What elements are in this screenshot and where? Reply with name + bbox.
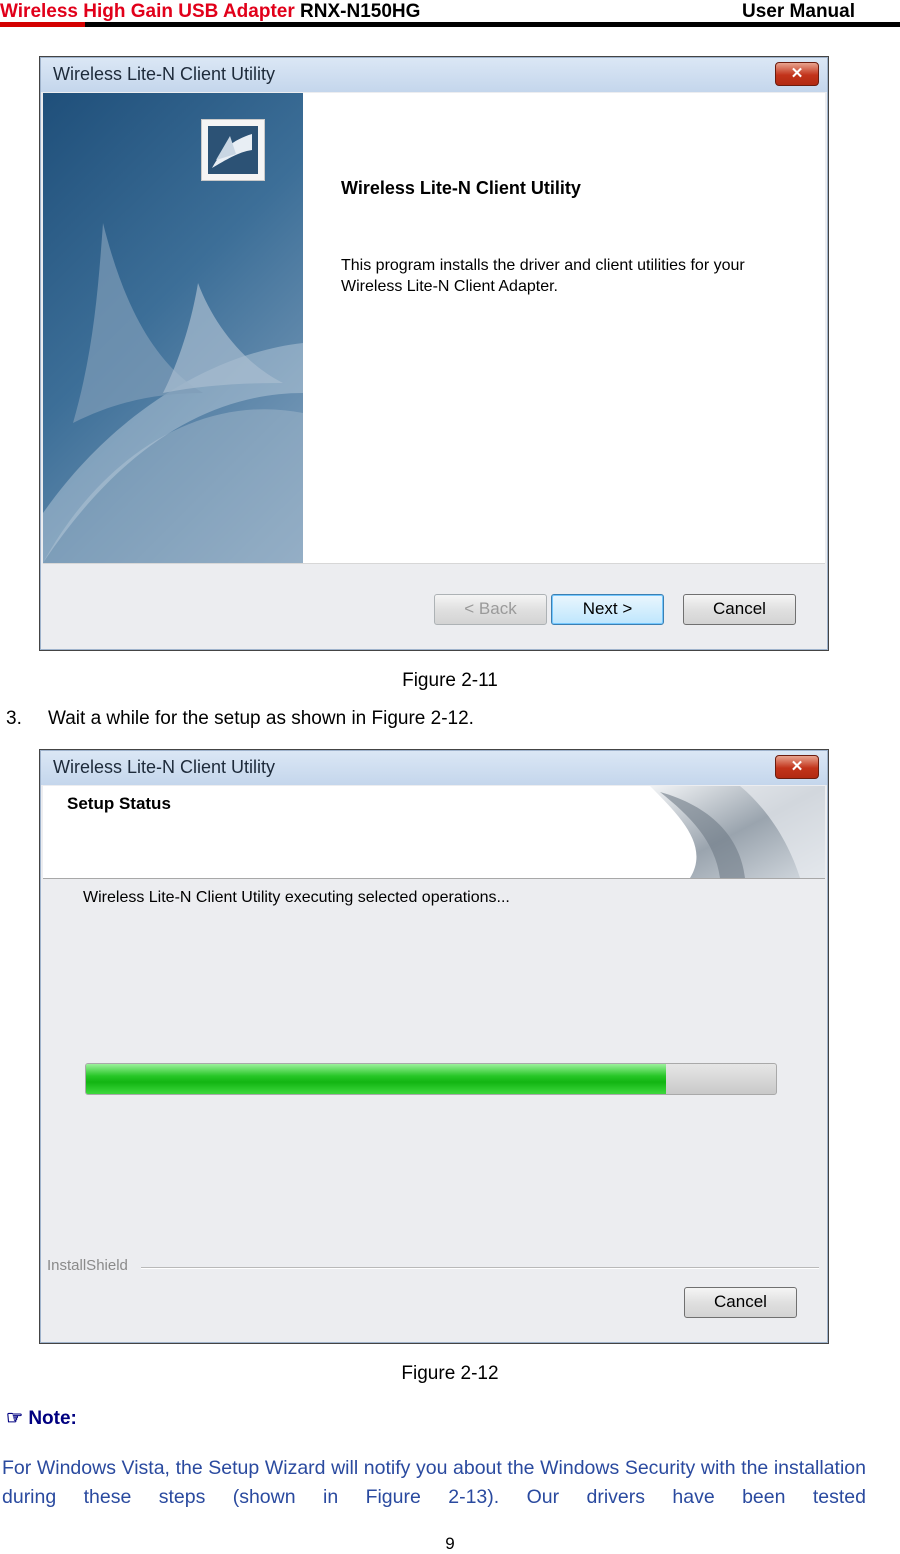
step-number: 3. — [6, 708, 22, 729]
wizard-body: Wireless Lite-N Client Utility executing… — [43, 879, 825, 1340]
wizard-side-banner — [43, 93, 303, 563]
note-heading: ☞ Note: — [6, 1407, 77, 1430]
installer-welcome-window: Wireless Lite-N Client Utility ✕ Wireles… — [39, 56, 829, 651]
progress-fill — [86, 1064, 666, 1094]
header-model: RNX-N150HG — [300, 1, 421, 22]
wizard-header-panel: Setup Status — [43, 786, 825, 879]
page-number: 9 — [445, 1534, 455, 1553]
window-title: Wireless Lite-N Client Utility — [53, 757, 276, 777]
title-bar: Wireless Lite-N Client Utility ✕ — [41, 58, 827, 92]
utility-logo — [201, 119, 265, 181]
header-rule — [0, 22, 900, 27]
wizard-heading: Wireless Lite-N Client Utility — [341, 178, 581, 198]
installshield-label: InstallShield — [47, 1257, 128, 1274]
header-doc-type: User Manual — [742, 1, 855, 22]
back-button[interactable]: < Back — [434, 594, 547, 625]
note-text: For Windows Vista, the Setup Wizard will… — [2, 1457, 866, 1508]
window-title: Wireless Lite-N Client Utility — [53, 64, 276, 84]
figure-caption: Figure 2-11 — [402, 670, 498, 691]
pointing-hand-icon: ☞ — [6, 1408, 24, 1429]
wizard-content: Wireless Lite-N Client Utility This prog… — [303, 93, 825, 563]
page-header: Wireless High Gain USB Adapter RNX-N150H… — [0, 0, 900, 30]
close-button[interactable]: ✕ — [775, 62, 819, 86]
note-label: Note: — [28, 1408, 77, 1429]
progress-bar — [85, 1063, 777, 1095]
wizard-button-bar: < Back Next > Cancel — [43, 563, 825, 647]
cancel-button[interactable]: Cancel — [684, 1287, 797, 1318]
instruction-step: 3. Wait a while for the setup as shown in… — [6, 708, 474, 730]
title-bar: Wireless Lite-N Client Utility ✕ — [41, 751, 827, 785]
cancel-button[interactable]: Cancel — [683, 594, 796, 625]
status-message: Wireless Lite-N Client Utility executing… — [83, 889, 510, 906]
page-curl-graphic — [650, 786, 825, 878]
figure-caption: Figure 2-12 — [401, 1363, 499, 1384]
logo-icon — [208, 126, 258, 174]
next-button[interactable]: Next > — [551, 594, 664, 625]
wizard-description: This program installs the driver and cli… — [341, 257, 745, 295]
installshield-divider — [141, 1267, 819, 1269]
section-title: Setup Status — [67, 794, 171, 813]
close-button[interactable]: ✕ — [775, 755, 819, 779]
header-product: Wireless High Gain USB Adapter — [0, 1, 295, 22]
installer-status-window: Wireless Lite-N Client Utility ✕ Setup S… — [39, 749, 829, 1344]
step-text: Wait a while for the setup as shown in F… — [48, 708, 474, 729]
